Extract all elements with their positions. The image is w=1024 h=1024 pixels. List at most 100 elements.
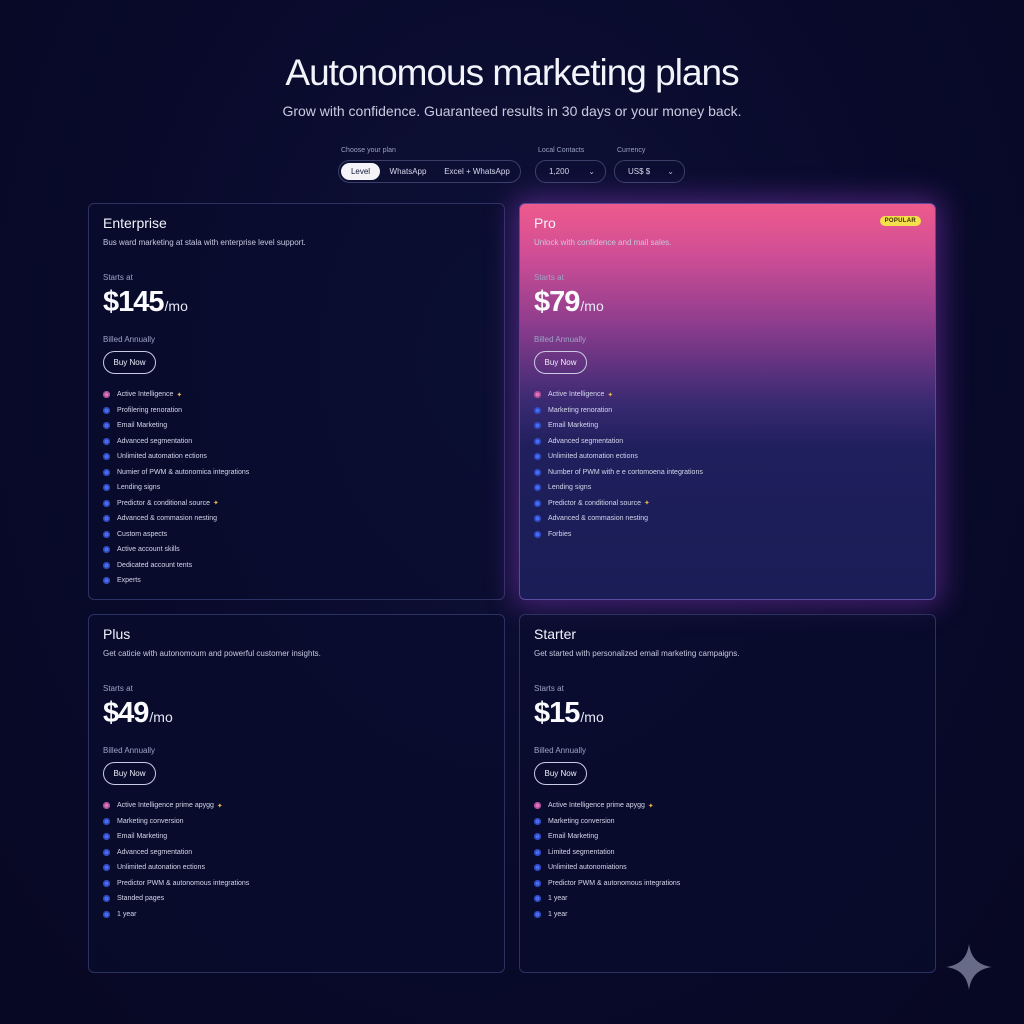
- feature-item: Custom aspects: [103, 527, 249, 543]
- check-dot-icon: [103, 833, 110, 841]
- feature-item: Profilering renoration: [103, 403, 249, 419]
- billing-note: Billed Annually: [103, 746, 156, 755]
- check-dot-icon: [103, 864, 110, 872]
- check-dot-icon: [103, 802, 110, 810]
- currency-value: US$ $: [628, 167, 651, 176]
- price-amount: $79: [534, 286, 580, 318]
- plan-name: Starter: [534, 626, 577, 642]
- billing-note: Billed Annually: [534, 335, 587, 344]
- feature-item: Limited segmentation: [534, 845, 680, 861]
- feature-item: Unlimited automation ections: [103, 449, 249, 465]
- check-dot-icon: [103, 437, 110, 445]
- plan-card-enterprise: Enterprise Bus ward marketing at stala w…: [88, 203, 505, 600]
- check-dot-icon: [103, 484, 110, 492]
- plan-description: Get caticie with autonomoum and powerful…: [103, 649, 321, 658]
- feature-item: Advanced & commasion nesting: [103, 511, 249, 527]
- feature-list: Active Intelligence ✦ Marketing renoratio…: [534, 387, 703, 542]
- plan-option-excel-whatsapp[interactable]: Excel + WhatsApp: [436, 163, 518, 180]
- feature-item: Forbies: [534, 527, 703, 543]
- contacts-value: 1,200: [549, 167, 570, 176]
- check-dot-icon: [534, 453, 541, 461]
- check-dot-icon: [534, 406, 541, 414]
- check-dot-icon: [534, 515, 541, 523]
- currency-select[interactable]: US$ $ ⌄: [614, 160, 685, 183]
- feature-list: Active Intelligence prime apygg ✦ Marketi…: [103, 798, 249, 922]
- feature-item: Active Intelligence ✦: [103, 387, 249, 403]
- feature-item: Predictor PWM & autonomous integrations: [103, 876, 249, 892]
- page-title: Autonomous marketing plans: [285, 52, 739, 93]
- check-dot-icon: [534, 499, 541, 507]
- feature-list: Active Intelligence prime apygg ✦ Marketi…: [534, 798, 680, 922]
- starts-at-label: Starts at: [103, 273, 133, 282]
- star-sparkle-icon: [946, 944, 992, 990]
- check-dot-icon: [103, 546, 110, 554]
- check-dot-icon: [103, 499, 110, 507]
- check-dot-icon: [534, 422, 541, 430]
- plan-price: $49 /mo: [103, 697, 173, 730]
- feature-item: Email Marketing: [534, 829, 680, 845]
- plan-price: $79 /mo: [534, 286, 604, 319]
- contacts-select[interactable]: 1,200 ⌄: [535, 160, 606, 183]
- feature-item: 1 year: [534, 907, 680, 923]
- plan-card-starter: Starter Get started with personalized em…: [519, 614, 936, 973]
- feature-item: Marketing conversion: [103, 814, 249, 830]
- feature-list: Active Intelligence ✦ Profilering renorat…: [103, 387, 249, 589]
- feature-item: Unlimited automation ections: [534, 449, 703, 465]
- check-dot-icon: [534, 802, 541, 810]
- chevron-down-icon: ⌄: [667, 167, 674, 176]
- check-dot-icon: [103, 879, 110, 887]
- check-dot-icon: [103, 577, 110, 585]
- price-period: /mo: [580, 298, 604, 314]
- buy-now-button[interactable]: Buy Now: [103, 351, 156, 374]
- billing-note: Billed Annually: [534, 746, 587, 755]
- check-dot-icon: [103, 406, 110, 414]
- feature-item: Advanced segmentation: [534, 434, 703, 450]
- check-dot-icon: [534, 530, 541, 538]
- check-dot-icon: [534, 391, 541, 399]
- starts-at-label: Starts at: [534, 273, 564, 282]
- feature-item: Numier of PWM & autonomica integrations: [103, 465, 249, 481]
- buy-now-button[interactable]: Buy Now: [103, 762, 156, 785]
- billing-note: Billed Annually: [103, 335, 156, 344]
- plan-option-level[interactable]: Level: [341, 163, 380, 180]
- price-period: /mo: [580, 709, 604, 725]
- sparkle-icon: ✦: [607, 391, 614, 399]
- price-period: /mo: [149, 709, 173, 725]
- plan-price: $15 /mo: [534, 697, 604, 730]
- page-subtitle: Grow with confidence. Guaranteed results…: [282, 103, 742, 119]
- plan-description: Unlock with confidence and mail sales.: [534, 238, 672, 247]
- plan-description: Get started with personalized email mark…: [534, 649, 740, 658]
- price-amount: $49: [103, 697, 149, 729]
- buy-now-button[interactable]: Buy Now: [534, 351, 587, 374]
- check-dot-icon: [534, 437, 541, 445]
- feature-item: Predictor PWM & autonomous integrations: [534, 876, 680, 892]
- plan-description: Bus ward marketing at stala with enterpr…: [103, 238, 306, 247]
- plan-name: Enterprise: [103, 215, 167, 231]
- check-dot-icon: [534, 895, 541, 903]
- check-dot-icon: [534, 833, 541, 841]
- feature-item: Active account skills: [103, 542, 249, 558]
- currency-label: Currency: [617, 147, 646, 154]
- feature-item: Lending signs: [534, 480, 703, 496]
- feature-item: Active Intelligence prime apygg ✦: [534, 798, 680, 814]
- check-dot-icon: [103, 848, 110, 856]
- price-amount: $15: [534, 697, 580, 729]
- check-dot-icon: [103, 453, 110, 461]
- plan-option-whatsapp[interactable]: WhatsApp: [380, 163, 436, 180]
- feature-item: Predictor & conditional source ✦: [103, 496, 249, 512]
- check-dot-icon: [534, 468, 541, 476]
- check-dot-icon: [103, 561, 110, 569]
- check-dot-icon: [103, 515, 110, 523]
- price-amount: $145: [103, 286, 165, 318]
- feature-item: Number of PWM with e e cortomoena integr…: [534, 465, 703, 481]
- feature-item: Dedicated account tents: [103, 558, 249, 574]
- feature-item: Advanced & commasion nesting: [534, 511, 703, 527]
- feature-item: Unlimited autonation ections: [103, 860, 249, 876]
- plan-segmented-control: Level WhatsApp Excel + WhatsApp: [338, 160, 521, 183]
- feature-item: Unlimited autonomiations: [534, 860, 680, 876]
- buy-now-button[interactable]: Buy Now: [534, 762, 587, 785]
- feature-item: Standed pages: [103, 891, 249, 907]
- feature-item: Advanced segmentation: [103, 845, 249, 861]
- check-dot-icon: [534, 817, 541, 825]
- feature-item: Experts: [103, 573, 249, 589]
